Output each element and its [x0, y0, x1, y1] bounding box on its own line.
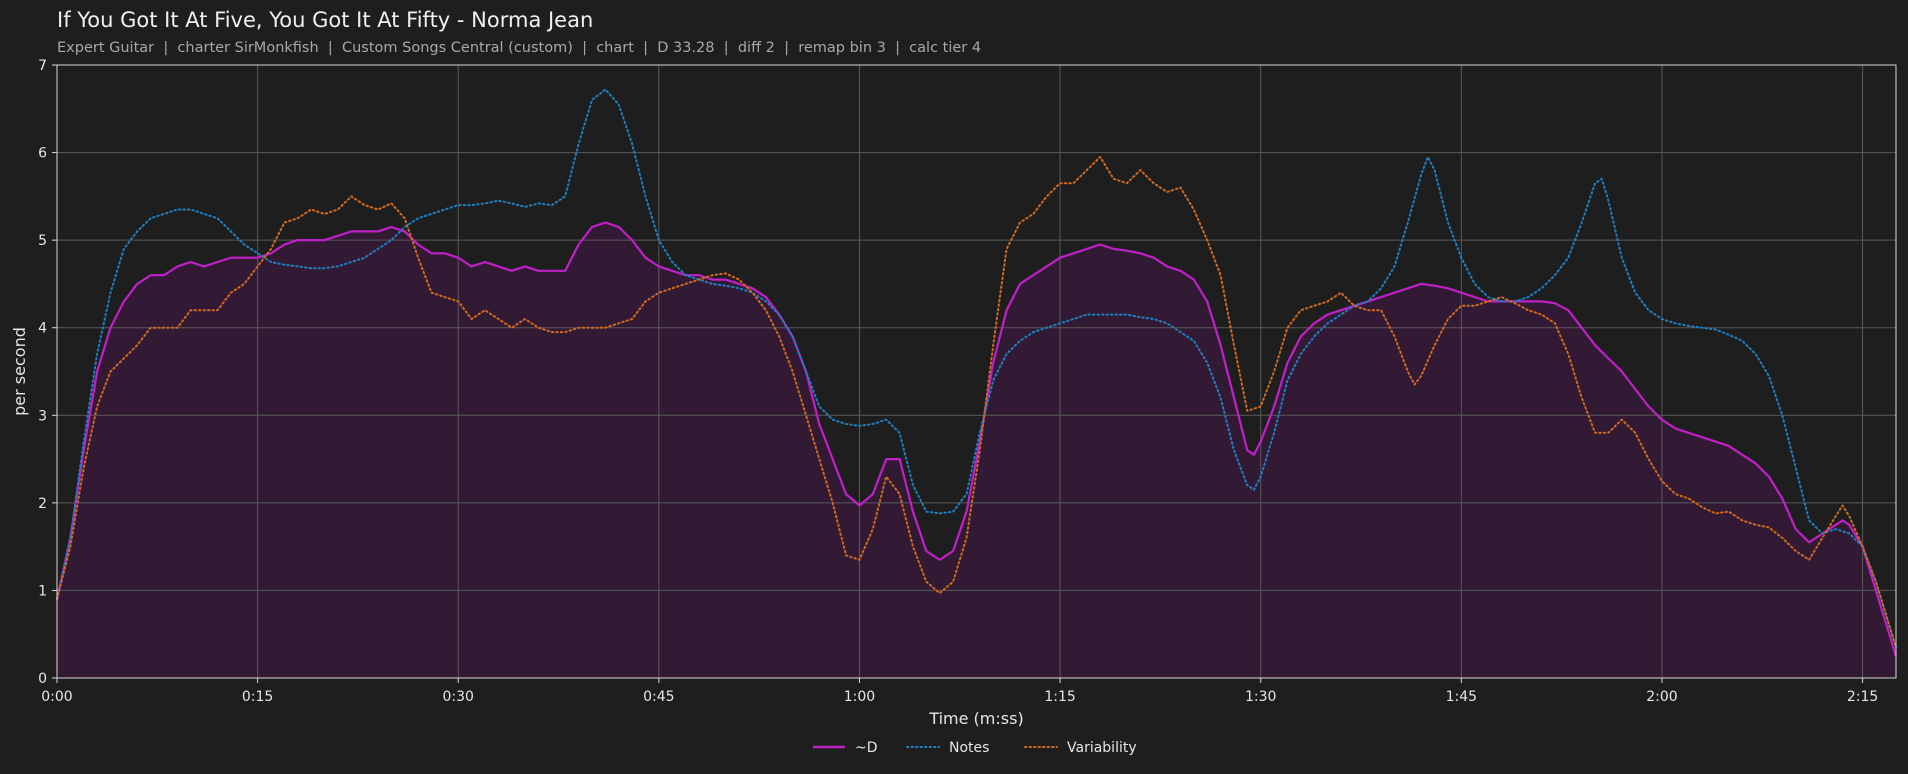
- y-tick-label: 5: [38, 233, 47, 249]
- legend: ~D Notes Variability: [813, 740, 1137, 756]
- x-tick-label: 2:15: [1847, 689, 1878, 705]
- y-tick-label: 7: [38, 58, 47, 74]
- x-axis-label: Time (m:ss): [928, 709, 1023, 728]
- legend-label: Variability: [1067, 740, 1137, 756]
- y-tick-label: 2: [38, 496, 47, 512]
- legend-label: Notes: [949, 740, 989, 756]
- y-tick-label: 4: [38, 321, 47, 337]
- legend-label: ~D: [855, 740, 878, 756]
- line-chart: 0:00 0:15 0:30 0:45 1:00 1:15 1:30 1:45 2:00 2:15…: [10, 58, 1898, 756]
- x-tick-label: 0:00: [41, 689, 72, 705]
- x-tick-label: 0:30: [443, 689, 474, 705]
- x-tick-label: 0:45: [643, 689, 674, 705]
- chart-root: If You Got It At Five, You Got It At Fif…: [0, 0, 1908, 774]
- y-tick-label: 0: [38, 671, 47, 687]
- y-tick-label: 3: [38, 408, 47, 424]
- y-tick-label: 6: [38, 146, 47, 162]
- x-tick-label: 1:30: [1245, 689, 1276, 705]
- x-tick-label: 1:45: [1446, 689, 1477, 705]
- x-tick-label: 1:00: [844, 689, 875, 705]
- y-tick-label: 1: [38, 583, 47, 599]
- y-axis-label: per second: [10, 327, 29, 416]
- x-tick-label: 1:15: [1044, 689, 1075, 705]
- x-tick-label: 2:00: [1646, 689, 1677, 705]
- x-tick-label: 0:15: [242, 689, 273, 705]
